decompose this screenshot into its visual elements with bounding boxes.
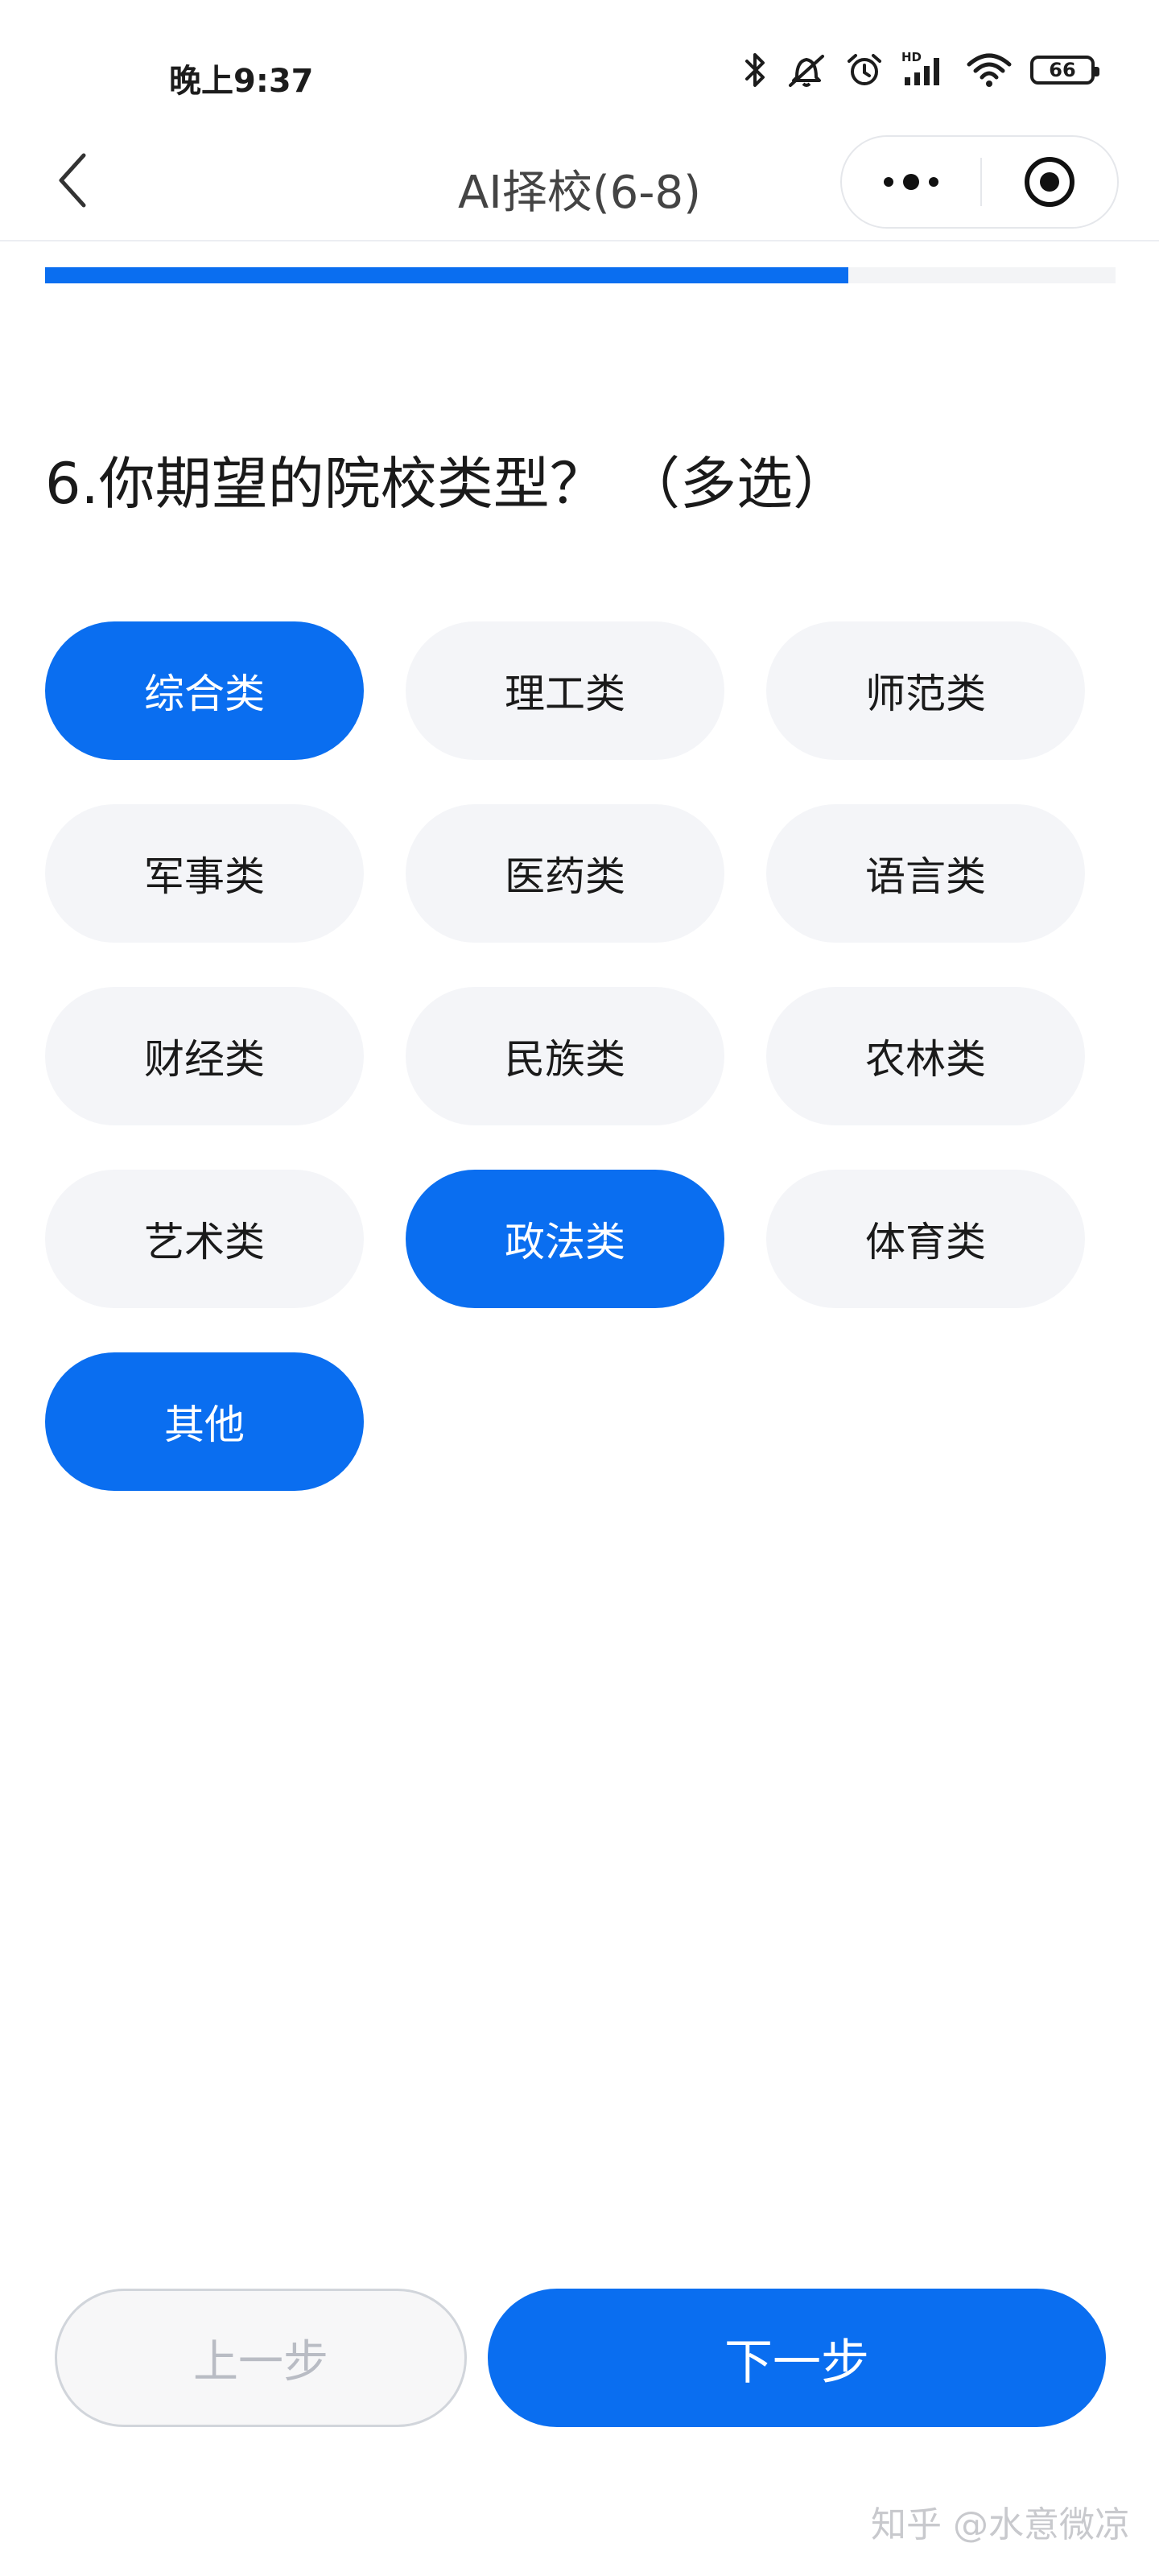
more-button[interactable] <box>842 137 980 227</box>
option-chip[interactable]: 医药类 <box>406 804 724 943</box>
option-chip[interactable]: 理工类 <box>406 621 724 760</box>
more-dots-icon <box>884 174 938 190</box>
nav-bar: AI择校(6-8) <box>0 121 1159 242</box>
watermark: 知乎 @水意微凉 <box>871 2504 1130 2545</box>
option-chip[interactable]: 军事类 <box>45 804 364 943</box>
mute-icon <box>786 52 827 89</box>
status-time: 晚上9:37 <box>169 63 314 100</box>
close-button[interactable] <box>982 137 1117 227</box>
wifi-icon <box>966 52 1013 89</box>
alarm-icon <box>845 52 884 89</box>
hd-signal-icon: HD <box>901 50 948 89</box>
progress-fill <box>45 267 848 283</box>
option-chip[interactable]: 体育类 <box>766 1170 1085 1308</box>
option-chip[interactable]: 民族类 <box>406 987 724 1125</box>
option-chip[interactable]: 农林类 <box>766 987 1085 1125</box>
options-grid: 综合类 理工类 师范类 军事类 医药类 语言类 财经类 民族类 农林类 艺术类 … <box>45 621 1091 1491</box>
option-chip[interactable]: 语言类 <box>766 804 1085 943</box>
next-step-button[interactable]: 下一步 <box>488 2289 1106 2427</box>
progress-bar <box>45 267 1116 283</box>
option-chip[interactable]: 师范类 <box>766 621 1085 760</box>
option-chip[interactable]: 综合类 <box>45 621 364 760</box>
bluetooth-icon <box>744 52 768 89</box>
option-chip[interactable]: 政法类 <box>406 1170 724 1308</box>
battery-level: 66 <box>1049 59 1076 81</box>
option-chip[interactable]: 其他 <box>45 1352 364 1491</box>
option-chip[interactable]: 财经类 <box>45 987 364 1125</box>
target-close-icon <box>1025 157 1074 207</box>
status-icons: HD 66 <box>744 50 1099 89</box>
option-chip[interactable]: 艺术类 <box>45 1170 364 1308</box>
question-title: 6.你期望的院校类型？ （多选） <box>45 451 850 517</box>
battery-icon: 66 <box>1030 56 1099 85</box>
prev-step-button[interactable]: 上一步 <box>55 2289 467 2427</box>
mini-program-capsule <box>840 135 1119 229</box>
